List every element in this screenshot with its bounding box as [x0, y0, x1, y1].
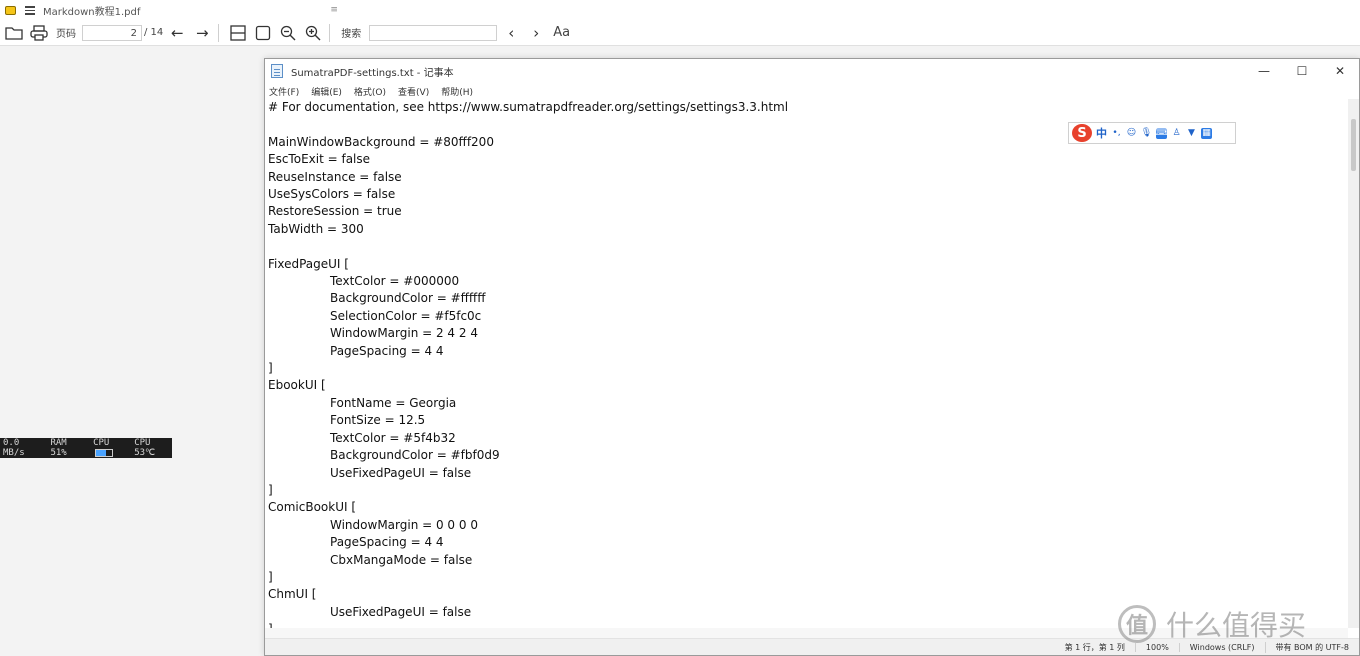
text-line: WindowMargin = 0 0 0 0 [330, 517, 478, 532]
tab-pin-icon[interactable]: ≡ [330, 5, 338, 15]
find-next-chevron-icon[interactable]: › [525, 22, 547, 44]
minimize-icon[interactable]: — [1245, 59, 1283, 83]
monitor-ram: RAM 51% [50, 438, 67, 458]
menu-edit[interactable]: 编辑(E) [311, 85, 342, 98]
text-line: ComicBookUI [ [268, 500, 357, 515]
menu-help[interactable]: 帮助(H) [441, 85, 473, 98]
menu-format[interactable]: 格式(O) [354, 85, 386, 98]
text-line: ReuseInstance = false [268, 169, 402, 184]
text-line: ] [268, 482, 273, 497]
ime-logo-icon[interactable]: S [1072, 124, 1092, 142]
notepad-icon [271, 64, 283, 78]
text-line: ] [268, 361, 273, 376]
text-line: PageSpacing = 4 4 [330, 535, 444, 550]
text-line: UseSysColors = false [268, 187, 396, 202]
microphone-icon[interactable]: 🎙 [1141, 128, 1152, 139]
text-line: EscToExit = false [268, 152, 371, 167]
notepad-text-area[interactable]: # For documentation, see https://www.sum… [265, 99, 1341, 628]
zoom-out-icon[interactable] [277, 22, 299, 44]
text-line: PageSpacing = 4 4 [330, 343, 444, 358]
text-line: UseFixedPageUI = false [330, 465, 472, 480]
text-line: TextColor = #000000 [330, 274, 460, 289]
hardware-monitor-strip: 0.0 MB/s RAM 51% CPU CPU 53℃ [0, 438, 172, 458]
notepad-titlebar[interactable]: SumatraPDF-settings.txt - 记事本 — ☐ ✕ [265, 59, 1359, 83]
text-line [268, 238, 1341, 255]
menu-file[interactable]: 文件(F) [269, 85, 299, 98]
text-line: TextColor = #5f4b32 [330, 430, 456, 445]
sumatra-titlebar: Markdown教程1.pdf ≡ [0, 0, 1360, 20]
keyboard-icon[interactable]: ⌨ [1155, 127, 1168, 139]
text-size-button[interactable]: Aa [553, 25, 570, 40]
notepad-title: SumatraPDF-settings.txt - 记事本 [291, 67, 454, 79]
punctuation-icon[interactable]: •, [1111, 128, 1122, 139]
text-line: BackgroundColor = #ffffff [330, 291, 486, 306]
monitor-net: 0.0 MB/s [3, 438, 25, 458]
notepad-menubar: 文件(F) 编辑(E) 格式(O) 查看(V) 帮助(H) [265, 83, 1359, 99]
zoom-in-icon[interactable] [302, 22, 324, 44]
watermark: 值 什么值得买 [1118, 602, 1358, 646]
watermark-seal-icon: 值 [1118, 605, 1156, 643]
text-line: CbxMangaMode = false [330, 552, 473, 567]
text-line: ] [268, 569, 273, 584]
toolbar-divider [329, 23, 331, 42]
ime-toolbar: S 中 •, ☺ 🎙 ⌨ ♙ ▼ ▦ [1068, 122, 1236, 144]
text-line: EbookUI [ [268, 378, 326, 393]
find-input[interactable] [369, 24, 498, 41]
ime-mode-toggle[interactable]: 中 [1096, 125, 1107, 141]
fit-width-icon[interactable] [227, 22, 249, 44]
skin-icon[interactable]: ▼ [1186, 128, 1197, 139]
text-line: FixedPageUI [ [268, 256, 349, 271]
text-line: RestoreSession = true [268, 204, 402, 219]
sumatra-document-title: Markdown教程1.pdf [43, 6, 141, 18]
watermark-text: 什么值得买 [1166, 609, 1307, 642]
text-line: FontName = Georgia [330, 395, 457, 410]
notepad-window: SumatraPDF-settings.txt - 记事本 — ☐ ✕ 文件(F… [264, 58, 1360, 656]
text-line: FontSize = 12.5 [330, 413, 426, 428]
scrollbar-thumb[interactable] [1351, 119, 1356, 171]
monitor-cpu: CPU [93, 438, 125, 458]
fit-page-icon[interactable] [252, 22, 274, 44]
toolbox-icon[interactable]: ▦ [1201, 127, 1212, 139]
vertical-scrollbar[interactable] [1348, 99, 1359, 628]
monitor-temp: CPU 53℃ [134, 438, 156, 458]
toolbar-divider [218, 23, 220, 42]
page-number-input[interactable]: 2 [82, 24, 142, 41]
find-label: 搜索 [341, 29, 362, 40]
print-icon[interactable] [28, 22, 50, 44]
sumatra-logo-icon [5, 5, 16, 15]
window-controls: — ☐ ✕ [1245, 59, 1359, 83]
menu-view[interactable]: 查看(V) [398, 85, 429, 98]
page-total: / 14 [144, 27, 164, 38]
next-page-arrow-icon[interactable]: → [191, 22, 213, 44]
person-icon[interactable]: ♙ [1171, 128, 1182, 139]
text-line: SelectionColor = #f5fc0c [330, 308, 482, 323]
hamburger-menu-icon[interactable] [25, 5, 35, 15]
maximize-icon[interactable]: ☐ [1283, 59, 1321, 83]
cpu-usage-bar [95, 448, 114, 457]
page-label: 页码 [56, 29, 76, 40]
text-line: TabWidth = 300 [268, 221, 364, 236]
close-icon[interactable]: ✕ [1321, 59, 1359, 83]
text-line: # For documentation, see https://www.sum… [268, 100, 789, 114]
open-folder-icon[interactable] [3, 22, 25, 44]
prev-page-arrow-icon[interactable]: ← [166, 22, 188, 44]
emoji-icon[interactable]: ☺ [1126, 128, 1137, 139]
text-line: WindowMargin = 2 4 2 4 [330, 326, 478, 341]
find-prev-chevron-icon[interactable]: ‹ [500, 22, 522, 44]
text-line: BackgroundColor = #fbf0d9 [330, 448, 500, 463]
sumatra-toolbar: 页码 2 / 14 ← → 搜索 ‹ › Aa [0, 20, 1360, 46]
